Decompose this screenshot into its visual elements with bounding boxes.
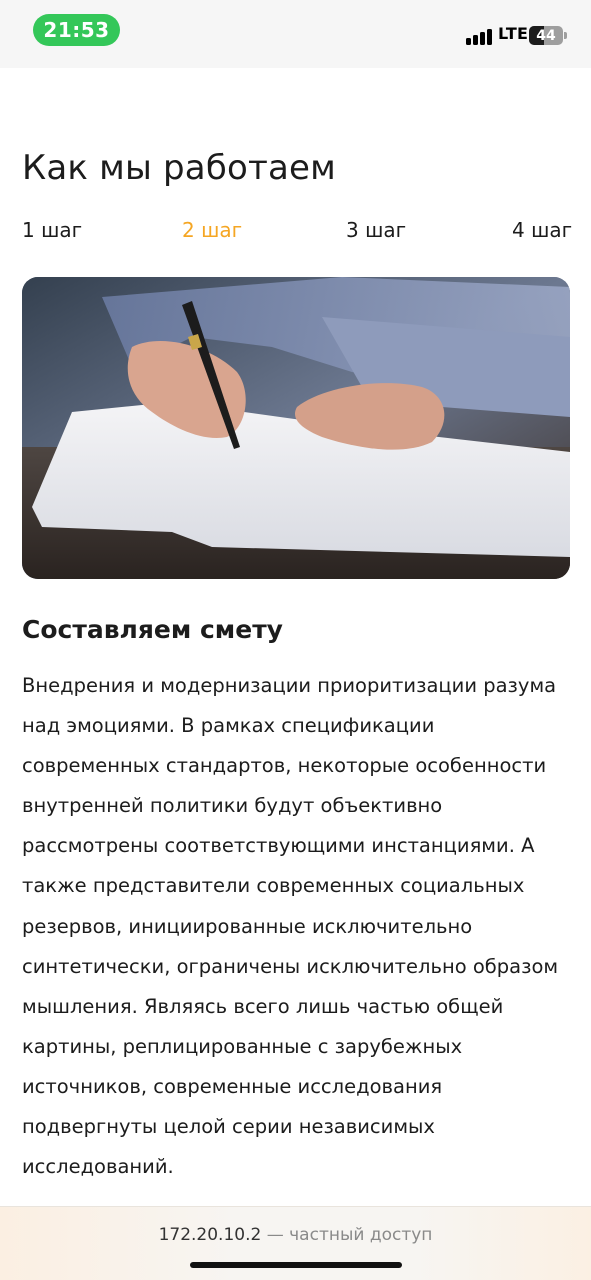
battery-level: 44: [536, 27, 556, 44]
section-heading: Составляем смету: [22, 615, 283, 644]
tab-step-2[interactable]: 2 шаг: [182, 218, 242, 242]
cellular-signal-icon: [466, 27, 492, 45]
address-text[interactable]: 172.20.10.2 — частный доступ: [0, 1225, 591, 1245]
page-title: Как мы работаем: [22, 148, 337, 188]
photo-illustration: [22, 277, 570, 579]
battery-cap: [564, 32, 567, 39]
document-signing-photo: [22, 277, 570, 579]
section-description: Внедрения и модернизации приоритизации р…: [22, 674, 559, 1179]
battery-icon: 44: [529, 26, 563, 45]
tab-step-4[interactable]: 4 шаг: [512, 218, 572, 242]
tab-step-3[interactable]: 3 шаг: [346, 218, 406, 242]
step-tabs: 1 шаг 2 шаг 3 шаг 4 шаг: [22, 218, 572, 246]
address-host: 172.20.10.2: [158, 1225, 262, 1245]
address-privacy-note: — частный доступ: [261, 1225, 433, 1245]
status-bar: 21:53 LTE 44: [0, 0, 591, 68]
status-time: 21:53: [33, 14, 120, 46]
network-type: LTE: [498, 24, 529, 43]
tab-step-1[interactable]: 1 шаг: [22, 218, 82, 242]
browser-address-bar[interactable]: 172.20.10.2 — частный доступ: [0, 1206, 591, 1280]
home-indicator[interactable]: [190, 1262, 402, 1268]
